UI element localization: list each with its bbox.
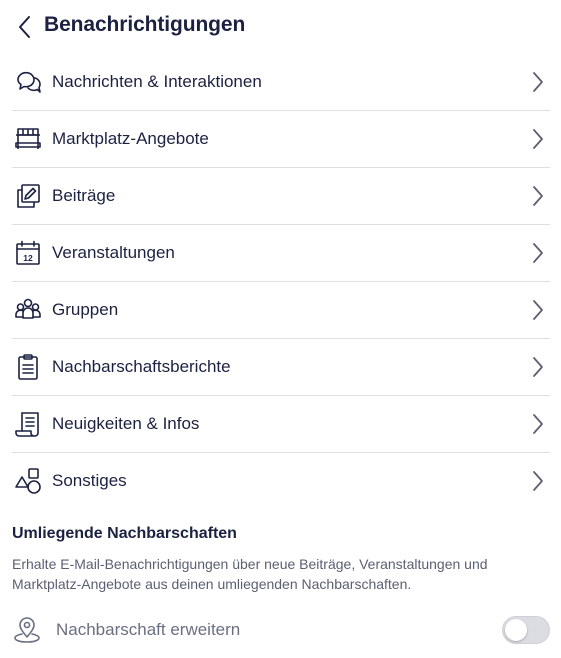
page-title: Benachrichtigungen [44,13,246,36]
chat-bubbles-icon [14,68,42,96]
menu-item-label: Neuigkeiten & Infos [52,414,200,433]
menu-item-label: Veranstaltungen [52,243,175,262]
newspaper-icon [14,410,42,438]
menu-item-label: Gruppen [52,300,119,319]
calendar-day: 12 [23,253,33,263]
chevron-right-icon [528,127,548,151]
calendar-icon: 12 [14,239,42,267]
expand-neighborhood-row: Nachbarschaft erweitern [12,612,550,648]
group-icon [14,296,42,324]
menu-item-marketplace[interactable]: Marktplatz-Angebote [12,111,550,168]
section-title: Umliegende Nachbarschaften [12,525,237,542]
menu-item-posts[interactable]: Beiträge [12,168,550,225]
chevron-left-icon [19,16,30,38]
back-button[interactable] [10,12,38,42]
shapes-icon [14,467,42,495]
chevron-right-icon [528,412,548,436]
section-description: Erhalte E-Mail-Benachrichtigungen über n… [12,556,488,592]
menu-item-label: Nachrichten & Interaktionen [52,72,262,91]
menu-item-label: Marktplatz-Angebote [52,129,209,148]
expand-neighborhood-toggle[interactable] [502,616,550,644]
menu-item-messages[interactable]: Nachrichten & Interaktionen [12,54,550,111]
clipboard-icon [14,353,42,381]
toggle-knob [505,619,527,641]
chevron-right-icon [528,241,548,265]
chevron-right-icon [528,184,548,208]
menu-item-label: Beiträge [52,186,116,205]
chevron-right-icon [528,70,548,94]
menu-item-reports[interactable]: Nachbarschaftsberichte [12,339,550,396]
menu-item-news[interactable]: Neuigkeiten & Infos [12,396,550,453]
header: Benachrichtigungen [0,0,561,54]
notification-menu: Nachrichten & Interaktionen Marktplatz-A… [12,54,550,509]
menu-item-groups[interactable]: Gruppen [12,282,550,339]
edit-post-icon [14,182,42,210]
menu-item-label: Nachbarschaftsberichte [52,357,231,376]
menu-item-events[interactable]: 12 Veranstaltungen [12,225,550,282]
map-pin-icon [12,615,42,645]
menu-item-other[interactable]: Sonstiges [12,453,550,509]
toggle-label: Nachbarschaft erweitern [56,620,241,639]
chevron-right-icon [528,469,548,493]
market-stall-icon [14,125,42,153]
chevron-right-icon [528,298,548,322]
menu-item-label: Sonstiges [52,471,127,490]
chevron-right-icon [528,355,548,379]
